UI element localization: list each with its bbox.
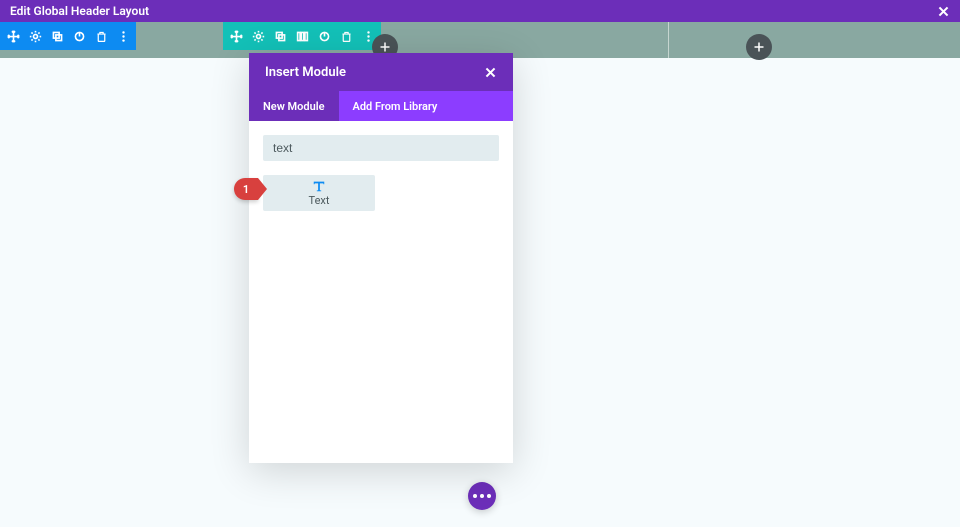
modal-header: Insert Module bbox=[249, 53, 513, 91]
module-search-input[interactable] bbox=[263, 135, 499, 161]
module-card-text[interactable]: Text bbox=[263, 175, 375, 211]
modal-title: Insert Module bbox=[265, 65, 346, 80]
gear-icon[interactable] bbox=[28, 29, 42, 43]
more-options-fab[interactable] bbox=[468, 482, 496, 510]
dot-icon bbox=[480, 494, 484, 498]
annotation-badge: 1 bbox=[234, 178, 258, 200]
columns-icon[interactable] bbox=[295, 29, 309, 43]
more-icon[interactable] bbox=[116, 29, 130, 43]
dot-icon bbox=[473, 494, 477, 498]
close-icon[interactable] bbox=[484, 66, 497, 79]
move-icon[interactable] bbox=[6, 29, 20, 43]
text-icon bbox=[312, 179, 326, 193]
app-header: Edit Global Header Layout bbox=[0, 0, 960, 22]
module-grid: Text bbox=[263, 175, 499, 211]
app-title: Edit Global Header Layout bbox=[10, 4, 149, 18]
close-icon[interactable] bbox=[937, 5, 950, 18]
gear-icon[interactable] bbox=[251, 29, 265, 43]
row-toolbar-teal bbox=[223, 22, 381, 50]
add-module-button[interactable] bbox=[746, 34, 772, 60]
module-card-label: Text bbox=[309, 194, 330, 207]
tab-new-module[interactable]: New Module bbox=[249, 91, 339, 121]
trash-icon[interactable] bbox=[94, 29, 108, 43]
column-divider bbox=[668, 22, 669, 58]
move-icon[interactable] bbox=[229, 29, 243, 43]
trash-icon[interactable] bbox=[339, 29, 353, 43]
annotation-marker: 1 bbox=[234, 178, 258, 200]
duplicate-icon[interactable] bbox=[50, 29, 64, 43]
duplicate-icon[interactable] bbox=[273, 29, 287, 43]
power-icon[interactable] bbox=[72, 29, 86, 43]
dot-icon bbox=[487, 494, 491, 498]
insert-module-modal: Insert Module New Module Add From Librar… bbox=[249, 53, 513, 463]
tab-add-from-library[interactable]: Add From Library bbox=[339, 91, 452, 121]
modal-body: Text bbox=[249, 121, 513, 463]
power-icon[interactable] bbox=[317, 29, 331, 43]
section-toolbar-blue bbox=[0, 22, 136, 50]
modal-tabs: New Module Add From Library bbox=[249, 91, 513, 121]
